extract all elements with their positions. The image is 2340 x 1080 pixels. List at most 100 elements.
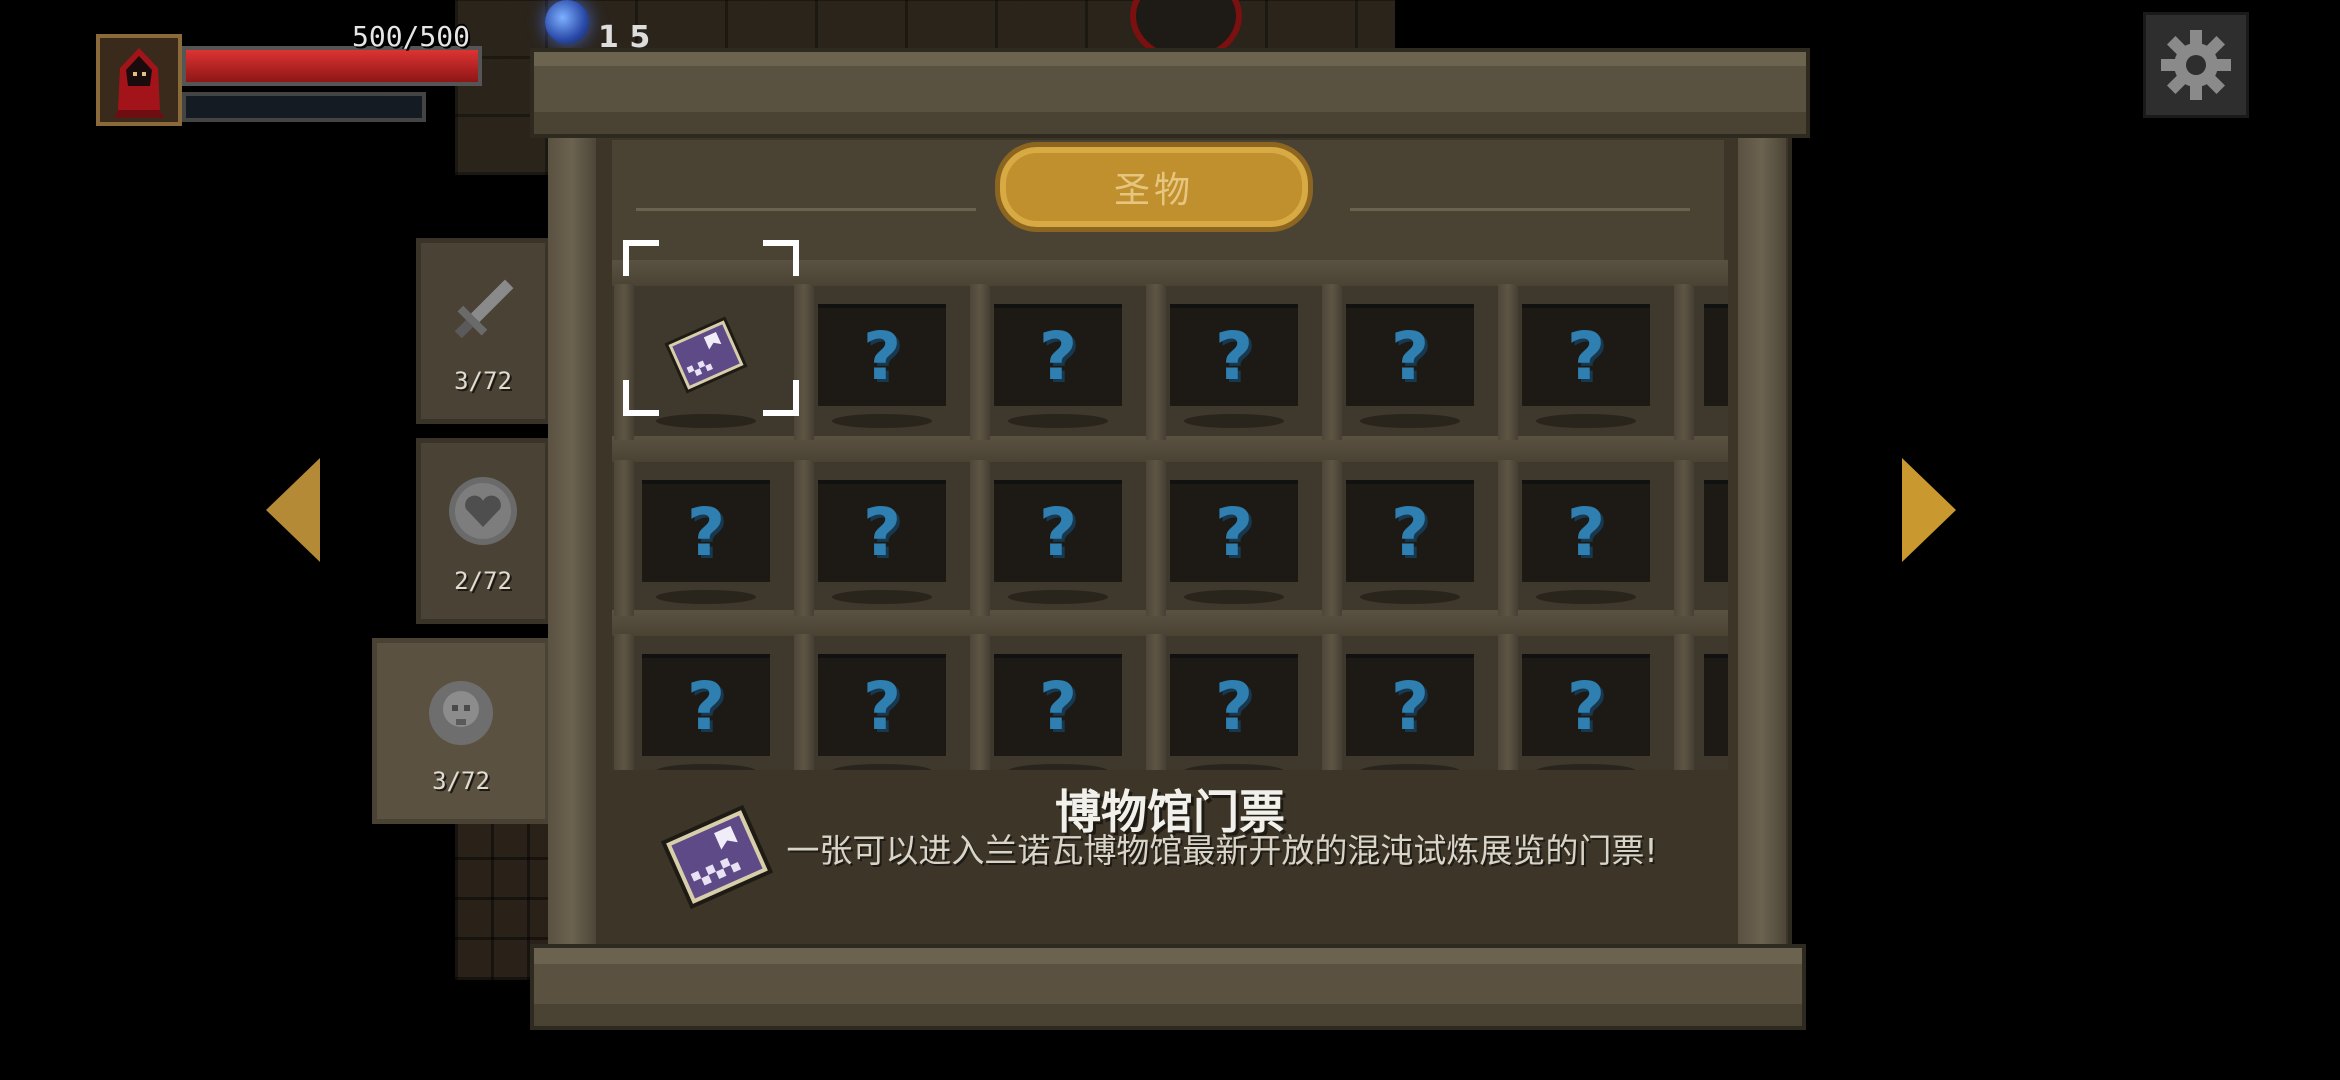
unknown-item-icon: ? <box>686 494 726 571</box>
slot-shadow <box>1536 414 1636 428</box>
shelf-divider <box>614 634 634 770</box>
item-detail-panel: 博物馆门票 一张可以进入兰诺瓦博物馆最新开放的混沌试炼展览的门票! <box>612 770 1728 942</box>
player-portrait <box>96 34 182 126</box>
relic-slot-partial[interactable] <box>1704 480 1728 582</box>
shelf-divider <box>1498 284 1518 440</box>
slot-shadow <box>1360 414 1460 428</box>
shelf-divider <box>1146 634 1166 770</box>
health-bar-fill <box>186 50 478 82</box>
tab-count: 3/72 <box>432 767 490 795</box>
relic-slot-locked[interactable]: ? <box>1170 480 1298 582</box>
unknown-item-icon: ? <box>1566 494 1606 571</box>
next-page-button[interactable] <box>1902 458 1956 562</box>
cabinet-pillar-right <box>1738 130 1786 960</box>
tab-count: 3/72 <box>454 367 512 395</box>
slot-shadow <box>656 590 756 604</box>
shelf-divider <box>1146 284 1166 440</box>
unknown-item-icon: ? <box>1390 494 1430 571</box>
tab-weapons[interactable]: 3/72 <box>416 238 550 424</box>
settings-button[interactable] <box>2143 12 2249 118</box>
shelf-divider <box>970 460 990 616</box>
header-divider <box>1350 208 1690 211</box>
slot-shadow <box>1008 590 1108 604</box>
cabinet-base <box>530 944 1806 1030</box>
unknown-item-icon: ? <box>1038 318 1078 395</box>
slot-shadow <box>1360 590 1460 604</box>
slot-shadow <box>1536 590 1636 604</box>
shelf-divider <box>1322 460 1342 616</box>
relic-slot-locked[interactable]: ? <box>1522 304 1650 406</box>
category-title-plaque: 圣物 <box>995 142 1313 232</box>
sword-icon <box>454 279 514 339</box>
unknown-item-icon: ? <box>862 668 902 745</box>
shelf-divider <box>1322 634 1342 770</box>
shelf-divider <box>1498 460 1518 616</box>
relic-slot-locked[interactable]: ? <box>994 304 1122 406</box>
item-description: 一张可以进入兰诺瓦博物馆最新开放的混沌试炼展览的门票! <box>786 831 1658 870</box>
mana-bar <box>182 92 426 122</box>
unknown-item-icon: ? <box>686 668 726 745</box>
relic-slot-locked[interactable]: ? <box>994 654 1122 756</box>
gear-icon <box>2161 30 2231 100</box>
hooded-character-icon <box>114 48 164 118</box>
shelf-divider <box>1674 460 1694 616</box>
selection-cursor <box>623 240 799 416</box>
unknown-item-icon: ? <box>1038 668 1078 745</box>
unknown-item-icon: ? <box>1390 668 1430 745</box>
slot-shadow <box>832 414 932 428</box>
health-text: 500/500 <box>351 20 470 53</box>
shelf-divider <box>970 284 990 440</box>
relic-slot-partial[interactable] <box>1704 304 1728 406</box>
mana-orb-icon <box>545 0 589 44</box>
relic-slot-locked[interactable]: ? <box>818 480 946 582</box>
relic-slot-locked[interactable]: ? <box>1522 654 1650 756</box>
shield-heart-icon <box>449 477 517 545</box>
tab-relics[interactable]: 3/72 <box>372 638 550 824</box>
shelf-divider <box>1498 634 1518 770</box>
shelf-rail <box>612 436 1728 462</box>
shelf-divider <box>970 634 990 770</box>
relic-slot-locked[interactable]: ? <box>1170 654 1298 756</box>
unknown-item-icon: ? <box>862 494 902 571</box>
unknown-item-icon: ? <box>1214 318 1254 395</box>
header-divider <box>636 208 976 211</box>
shelf-divider <box>794 634 814 770</box>
relic-slot-partial[interactable] <box>1704 654 1728 756</box>
slot-shadow <box>1184 414 1284 428</box>
shelf-divider <box>1322 284 1342 440</box>
shelf-divider <box>1146 460 1166 616</box>
relic-slot-locked[interactable]: ? <box>994 480 1122 582</box>
unknown-item-icon: ? <box>1566 668 1606 745</box>
shelf-rail <box>612 610 1728 636</box>
shelf-divider <box>1674 634 1694 770</box>
unknown-item-icon: ? <box>1038 494 1078 571</box>
relic-slot-locked[interactable]: ? <box>1346 304 1474 406</box>
shelf-divider <box>794 460 814 616</box>
unknown-item-icon: ? <box>862 318 902 395</box>
tab-count: 2/72 <box>454 567 512 595</box>
relic-slot-locked[interactable]: ? <box>642 654 770 756</box>
category-title: 圣物 <box>1113 170 1194 211</box>
tab-armor[interactable]: 2/72 <box>416 438 550 624</box>
cabinet-top <box>530 48 1810 138</box>
unknown-item-icon: ? <box>1390 318 1430 395</box>
previous-page-button[interactable] <box>266 458 320 562</box>
relic-slot-locked[interactable]: ? <box>642 480 770 582</box>
skull-relic-icon <box>429 681 493 745</box>
shelf-divider <box>614 460 634 616</box>
slot-shadow <box>1184 590 1284 604</box>
relic-slot-locked[interactable]: ? <box>1170 304 1298 406</box>
unknown-item-icon: ? <box>1214 494 1254 571</box>
cabinet-pillar-left <box>548 130 596 960</box>
slot-shadow <box>656 414 756 428</box>
relic-slot-locked[interactable]: ? <box>818 304 946 406</box>
shelf-divider <box>1674 284 1694 440</box>
unknown-item-icon: ? <box>1214 668 1254 745</box>
relic-slot-locked[interactable]: ? <box>1522 480 1650 582</box>
relic-slot-locked[interactable]: ? <box>1346 480 1474 582</box>
relic-slot-locked[interactable]: ? <box>818 654 946 756</box>
slot-shadow <box>832 590 932 604</box>
unknown-item-icon: ? <box>1566 318 1606 395</box>
relic-slot-locked[interactable]: ? <box>1346 654 1474 756</box>
slot-shadow <box>1008 414 1108 428</box>
